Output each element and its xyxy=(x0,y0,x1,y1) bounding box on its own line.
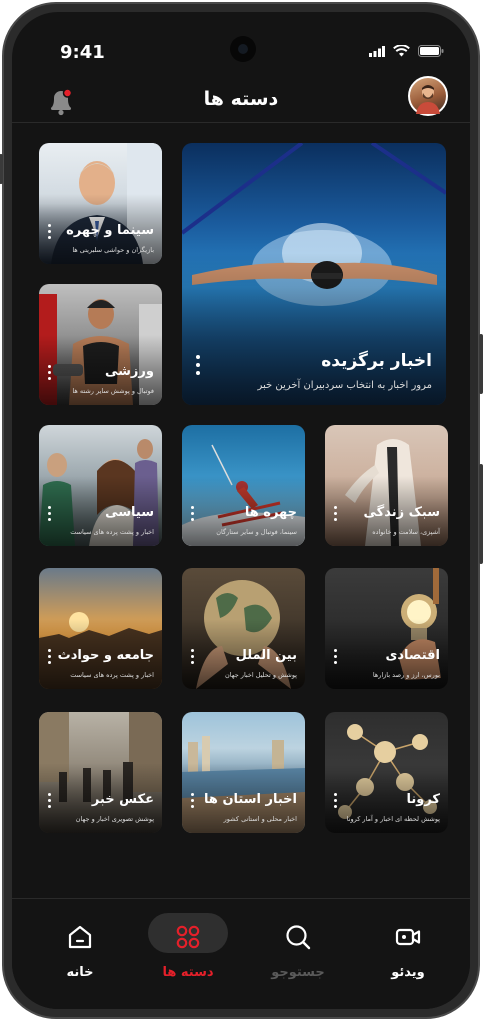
nav-item-categories[interactable]: دسته ها xyxy=(148,913,228,989)
more-options-icon[interactable] xyxy=(188,649,194,665)
nav-item-home[interactable]: خانه xyxy=(40,919,120,989)
phone-side-button xyxy=(479,334,483,394)
search-icon xyxy=(286,925,311,950)
category-description: سینما، فوتبال و سایر ستارگان xyxy=(216,528,297,536)
more-options-icon[interactable] xyxy=(194,355,200,375)
phone-frame: 9:41 دسته ها اخبار برگزیده مرور اخبار به… xyxy=(0,2,483,1019)
video-camera-icon xyxy=(395,928,421,946)
category-tile-sports[interactable]: ورزشی فوتبال و پوشش سایر رشته ها xyxy=(39,284,162,405)
category-description: اخبار و پشت پرده های سیاست xyxy=(70,528,154,536)
category-description: پوشش و تحلیل اخبار جهان xyxy=(224,671,297,679)
category-description: بازیگران و حواشی سلبریتی ها xyxy=(72,246,154,254)
more-options-icon[interactable] xyxy=(45,649,51,665)
more-options-icon[interactable] xyxy=(188,506,194,522)
more-options-icon[interactable] xyxy=(45,365,51,381)
category-name: اخبار استان ها xyxy=(204,792,297,807)
category-name: اخبار برگزیده xyxy=(321,351,432,371)
category-description: پوشش تصویری اخبار و جهان xyxy=(75,815,154,823)
category-tile-lifestyle[interactable]: سبک زندگی آشپزی، سلامت و خانواده xyxy=(325,425,448,546)
phone-side-button xyxy=(479,464,483,564)
front-camera xyxy=(230,36,256,62)
category-name: بین الملل xyxy=(235,648,297,663)
category-name: چهره ها xyxy=(244,505,297,520)
categories-icon xyxy=(176,925,200,949)
nav-label: جستوجو xyxy=(271,965,325,980)
status-icons xyxy=(369,45,444,57)
status-time: 9:41 xyxy=(60,42,105,63)
category-tile-society[interactable]: جامعه و حوادث اخبار و پشت پرده های سیاست xyxy=(39,568,162,689)
app-header: دسته ها xyxy=(12,72,470,123)
nav-label: ویدئو xyxy=(391,965,425,980)
category-description: مرور اخبار به انتخاب سردبیران آخرین خبر xyxy=(257,380,432,391)
category-description: بورس، ارز و رصد بازارها xyxy=(372,671,440,679)
bottom-navigation: خانه دسته ها جستوجو ویدئو xyxy=(12,898,470,1009)
category-tile-celebrities[interactable]: چهره ها سینما، فوتبال و سایر ستارگان xyxy=(182,425,305,546)
phone-side-button xyxy=(0,154,3,184)
category-name: جامعه و حوادث xyxy=(57,648,154,663)
category-tile-cinema[interactable]: سینما و چهره بازیگران و حواشی سلبریتی ها xyxy=(39,143,162,264)
signal-icon xyxy=(369,45,385,57)
category-name: ورزشی xyxy=(105,364,154,379)
more-options-icon[interactable] xyxy=(45,793,51,809)
user-avatar[interactable] xyxy=(408,76,448,116)
category-description: اخبار محلی و استانی کشور xyxy=(223,815,297,823)
wifi-icon xyxy=(393,45,410,57)
category-description: فوتبال و پوشش سایر رشته ها xyxy=(72,387,154,395)
battery-icon xyxy=(418,45,444,57)
screen: 9:41 دسته ها اخبار برگزیده مرور اخبار به… xyxy=(12,12,470,1009)
category-description: اخبار و پشت پرده های سیاست xyxy=(70,671,154,679)
more-options-icon[interactable] xyxy=(331,793,337,809)
nav-item-search[interactable]: جستوجو xyxy=(258,919,338,989)
category-tile-featured[interactable]: اخبار برگزیده مرور اخبار به انتخاب سردبی… xyxy=(182,143,446,405)
category-name: کرونا xyxy=(406,792,441,807)
more-options-icon[interactable] xyxy=(331,649,337,665)
more-options-icon[interactable] xyxy=(45,506,51,522)
more-options-icon[interactable] xyxy=(45,224,51,240)
category-tile-politics[interactable]: سیاسی اخبار و پشت پرده های سیاست xyxy=(39,425,162,546)
page-title: دسته ها xyxy=(203,88,279,110)
category-tile-corona[interactable]: کرونا پوشش لحظه ای اخبار و آمار کرونا xyxy=(325,712,448,833)
category-tile-international[interactable]: بین الملل پوشش و تحلیل اخبار جهان xyxy=(182,568,305,689)
category-description: پوشش لحظه ای اخبار و آمار کرونا xyxy=(346,815,440,823)
category-tile-economy[interactable]: اقتصادی بورس، ارز و رصد بازارها xyxy=(325,568,448,689)
home-icon xyxy=(68,925,92,949)
category-name: سینما و چهره xyxy=(66,223,154,238)
more-options-icon[interactable] xyxy=(188,793,194,809)
category-description: آشپزی، سلامت و خانواده xyxy=(372,528,440,536)
nav-item-video[interactable]: ویدئو xyxy=(368,919,448,989)
category-name: سبک زندگی xyxy=(363,505,440,520)
nav-label: خانه xyxy=(66,965,94,980)
category-tile-provinces[interactable]: اخبار استان ها اخبار محلی و استانی کشور xyxy=(182,712,305,833)
nav-label: دسته ها xyxy=(162,965,214,980)
more-options-icon[interactable] xyxy=(331,506,337,522)
status-bar: 9:41 xyxy=(12,12,470,70)
category-tile-photo-news[interactable]: عکس خبر پوشش تصویری اخبار و جهان xyxy=(39,712,162,833)
category-name: اقتصادی xyxy=(385,648,440,663)
category-name: عکس خبر xyxy=(91,792,154,807)
category-name: سیاسی xyxy=(105,505,154,520)
